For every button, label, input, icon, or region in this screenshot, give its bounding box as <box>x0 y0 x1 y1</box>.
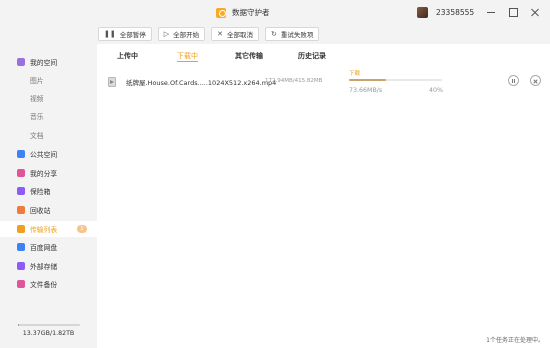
pause-all-label: 全部暂停 <box>119 31 146 39</box>
pause-icon: ❚❚ <box>104 29 116 38</box>
pause-all-button[interactable]: ❚❚ 全部暂停 <box>98 27 152 41</box>
transfer-tabs: 上传中 下载中 其它传输 历史记录 <box>97 51 550 65</box>
tab-other-transfers[interactable]: 其它传输 <box>235 51 263 61</box>
sidebar-item-label: 视频 <box>30 95 44 103</box>
storage-bar <box>17 324 80 326</box>
transfer-count-badge: 1 <box>77 225 87 233</box>
sidebar-item-recycle-bin[interactable]: 回收站 <box>0 202 97 218</box>
retry-failed-button[interactable]: ↻ 重试失败项 <box>265 27 320 41</box>
task-percent: 40% <box>429 87 443 94</box>
cancel-icon[interactable] <box>530 75 541 86</box>
task-file-size: 172.94MB/415.82MB <box>265 78 323 84</box>
app-title: 数据守护者 <box>216 7 270 18</box>
sidebar-item-label: 公共空间 <box>30 151 58 159</box>
share-icon <box>17 169 25 177</box>
start-all-label: 全部开始 <box>173 31 200 39</box>
tab-uploading[interactable]: 上传中 <box>117 51 138 61</box>
task-progress-bar <box>349 79 442 81</box>
user-id: 23358555 <box>436 8 475 17</box>
close-icon: ✕ <box>217 29 223 38</box>
safe-icon <box>17 187 25 195</box>
app-logo-icon <box>216 7 226 18</box>
task-progress-fill <box>349 79 387 81</box>
retry-failed-label: 重试失败项 <box>280 31 314 39</box>
sidebar-item-label: 文件备份 <box>30 281 58 289</box>
transfer-toolbar: ❚❚ 全部暂停 ▷ 全部开始 ✕ 全部取消 ↻ 重试失败项 <box>98 27 320 41</box>
share-icon <box>17 150 25 158</box>
sidebar-item-documents[interactable]: 文档 <box>0 127 97 143</box>
tab-history[interactable]: 历史记录 <box>298 51 326 61</box>
sidebar-item-label: 音乐 <box>30 113 44 121</box>
sidebar-item-label: 外部存储 <box>30 263 58 271</box>
backup-icon <box>17 280 25 288</box>
close-icon[interactable] <box>528 6 542 18</box>
video-file-icon <box>108 77 116 87</box>
task-speed: 73.66MB/s <box>349 87 383 94</box>
sidebar-item-label: 百度网盘 <box>30 244 58 252</box>
sidebar-item-pictures[interactable]: 图片 <box>0 72 97 88</box>
sidebar-item-label: 文档 <box>30 132 44 140</box>
sidebar-item-label: 我的分享 <box>30 170 58 178</box>
sidebar-item-external-storage[interactable]: 外部存储 <box>0 258 97 274</box>
sidebar-item-label: 回收站 <box>30 207 51 215</box>
storage-icon <box>17 262 25 270</box>
retry-icon: ↻ <box>271 29 277 38</box>
sidebar-item-videos[interactable]: 视频 <box>0 90 97 106</box>
cancel-all-label: 全部取消 <box>227 31 253 39</box>
tab-downloading[interactable]: 下载中 <box>177 51 198 62</box>
folder-icon <box>17 58 25 66</box>
cloud-icon <box>17 243 25 251</box>
storage-usage: 13.37GB/1.82TB <box>0 324 97 337</box>
trash-icon <box>17 206 25 214</box>
avatar[interactable] <box>417 7 428 18</box>
user-info[interactable]: 23358555 <box>417 7 474 18</box>
transfer-icon <box>17 225 25 233</box>
sidebar-item-baidu-netdisk[interactable]: 百度网盘 <box>0 239 97 255</box>
play-icon: ▷ <box>163 29 170 38</box>
sidebar-item-my-shares[interactable]: 我的分享 <box>0 165 97 181</box>
footer-status: 1个任务正在处理中。 <box>486 337 544 344</box>
cancel-all-button[interactable]: ✕ 全部取消 <box>211 27 259 41</box>
start-all-button[interactable]: ▷ 全部开始 <box>157 27 206 41</box>
main-panel: 上传中 下载中 其它传输 历史记录 纸牌屋.House.Of.Cards....… <box>97 44 550 348</box>
task-file-name: 纸牌屋.House.Of.Cards.....1024X512.x264.mp4 <box>126 79 277 87</box>
sidebar-item-file-backup[interactable]: 文件备份 <box>0 276 97 292</box>
sidebar-item-label: 传输列表 <box>30 226 58 234</box>
minimize-icon[interactable] <box>484 6 498 18</box>
sidebar-item-safe[interactable]: 保险箱 <box>0 183 97 199</box>
sidebar-item-label: 图片 <box>30 77 44 85</box>
maximize-icon[interactable] <box>506 6 520 18</box>
task-status: 下载 <box>349 71 361 77</box>
window-controls <box>484 6 542 18</box>
storage-bar-fill <box>17 324 19 326</box>
app-title-text: 数据守护者 <box>232 8 270 17</box>
sidebar-item-transfer-list[interactable]: 传输列表 1 <box>0 221 97 237</box>
sidebar-item-label: 保险箱 <box>30 188 51 196</box>
sidebar-item-music[interactable]: 音乐 <box>0 108 97 124</box>
sidebar-item-public-space[interactable]: 公共空间 <box>0 146 97 162</box>
title-bar: 数据守护者 23358555 <box>0 0 550 25</box>
storage-text: 13.37GB/1.82TB <box>22 330 75 337</box>
pause-icon[interactable] <box>508 75 519 86</box>
sidebar: 我的空间 图片 视频 音乐 文档 公共空间 我的分享 保险箱 回收站 传输列表 … <box>0 44 97 348</box>
sidebar-item-my-space[interactable]: 我的空间 <box>0 54 97 70</box>
table-row[interactable]: 纸牌屋.House.Of.Cards.....1024X512.x264.mp4… <box>97 66 550 100</box>
sidebar-item-label: 我的空间 <box>30 59 58 67</box>
